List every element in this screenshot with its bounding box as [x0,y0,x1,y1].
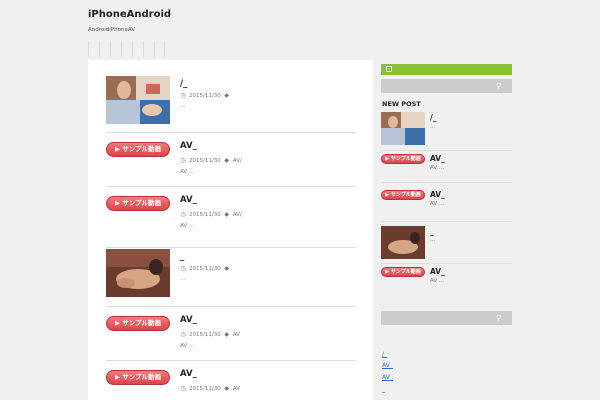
post-meta: ◷ 2015/11/30 ◆ AV [180,331,240,339]
clock-icon: ◷ [180,265,186,272]
tag-icon: ◆ [224,92,230,99]
nav-item[interactable] [143,41,154,57]
search-box[interactable]: ⚲ [381,79,512,93]
post-meta: ◷ 2015/11/30 ◆ AV [180,385,240,393]
post-title[interactable]: AV_ [180,141,197,151]
post-excerpt: AV ... [180,343,195,349]
post-title[interactable]: AV_ [180,195,197,205]
rss-bar[interactable] [381,64,512,75]
post-tag[interactable]: AV [233,386,240,392]
post-title[interactable]: AV_ [180,369,197,379]
divider [381,182,512,183]
search-box[interactable]: ⚲ [381,311,512,325]
post-meta: ◷ 2015/11/30 ◆ AV/ [180,157,242,165]
tag-icon: ◆ [224,265,230,272]
sidebar-post-title[interactable]: AV_ [430,190,445,199]
sidebar-link[interactable]: _ [382,386,385,393]
post-date: 2015/11/30 [189,93,221,99]
post-date: 2015/11/30 [189,158,221,164]
post-date: 2015/11/30 [189,212,221,218]
sample-video-button[interactable]: ▶ サンプル動画 [106,142,170,157]
post-thumbnail[interactable] [106,76,170,124]
sidebar-post-title[interactable]: AV_ [430,267,445,276]
nav-item[interactable] [99,41,110,57]
sidebar-post-title[interactable]: AV_ [430,154,445,163]
sidebar-post-title[interactable]: /_ [430,113,437,122]
sample-video-button[interactable]: ▶ サンプル動画 [106,196,170,211]
post-meta: ◷ 2015/11/30 ◆ AV/ [180,211,242,219]
divider [106,186,356,187]
clock-icon: ◷ [180,385,186,392]
post-excerpt: ... [180,103,186,109]
sidebar-post-excerpt: AV ... [430,201,445,207]
sample-video-button[interactable]: ▶ サンプル動画 [381,190,425,200]
tag-icon: ◆ [224,157,230,164]
post-excerpt: ... [180,276,186,282]
post-meta: ◷ 2015/11/30 ◆ [180,265,233,273]
divider [106,360,356,361]
new-post-heading: NEW POST [382,100,421,108]
global-nav [88,41,165,57]
post-excerpt: AV ... [180,223,195,229]
post-tag[interactable]: AV [233,332,240,338]
post-title[interactable]: /_ [180,79,187,89]
sidebar-post-excerpt: ... [430,237,436,243]
search-icon[interactable]: ⚲ [496,82,504,90]
site-title[interactable]: iPhoneAndroid [88,9,171,20]
tag-icon: ◆ [224,331,230,338]
sample-video-button[interactable]: ▶ サンプル動画 [106,316,170,331]
site-description: AndroidiPhoneAV [88,27,136,33]
sidebar-post-excerpt: AV ... [430,165,445,171]
sidebar-post-title[interactable]: _ [430,227,434,236]
divider [106,132,356,133]
post-date: 2015/11/30 [189,332,221,338]
divider [381,150,512,151]
clock-icon: ◷ [180,92,186,99]
post-thumbnail[interactable] [106,249,170,297]
sidebar-link[interactable]: /_ [382,351,387,358]
clock-icon: ◷ [180,211,186,218]
sample-video-button[interactable]: ▶ サンプル動画 [106,370,170,385]
search-icon[interactable]: ⚲ [496,314,504,322]
nav-item[interactable] [110,41,121,57]
tag-icon: ◆ [224,385,230,392]
clock-icon: ◷ [180,157,186,164]
post-tag[interactable]: AV/ [233,158,242,164]
post-date: 2015/11/30 [189,266,221,272]
sidebar-post-excerpt: ... [430,124,436,130]
divider [381,221,512,222]
main-content: /_ ◷ 2015/11/30 ◆ ... ▶ サンプル動画 AV_ ◷ 201… [88,60,373,400]
nav-item[interactable] [88,41,99,57]
sidebar-post-thumbnail[interactable] [381,226,425,259]
sample-video-button[interactable]: ▶ サンプル動画 [381,154,425,164]
divider [106,247,356,248]
nav-item[interactable] [132,41,143,57]
sample-video-button[interactable]: ▶ サンプル動画 [381,267,425,277]
clock-icon: ◷ [180,331,186,338]
sidebar-link[interactable]: AV_ [382,362,393,369]
nav-item[interactable] [154,41,165,57]
nav-item[interactable] [121,41,132,57]
divider [381,263,512,264]
post-excerpt: AV ... [180,169,195,175]
sidebar-link[interactable]: AV_ [382,374,393,381]
post-meta: ◷ 2015/11/30 ◆ [180,92,233,100]
post-tag[interactable]: AV/ [233,212,242,218]
tag-icon: ◆ [224,211,230,218]
post-date: 2015/11/30 [189,386,221,392]
post-title[interactable]: AV_ [180,315,197,325]
sidebar-post-excerpt: AV ... [430,278,445,284]
post-title[interactable]: _ [180,252,184,262]
sidebar-post-thumbnail[interactable] [381,112,425,145]
rss-icon [386,66,392,72]
divider [106,306,356,307]
